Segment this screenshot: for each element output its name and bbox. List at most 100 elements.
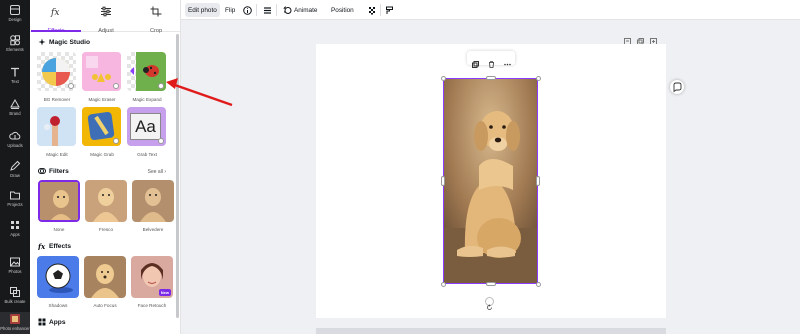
info-button[interactable] [240,3,255,17]
canva-assistant-button[interactable] [670,80,684,94]
dog-thumbnail-fresco [85,180,127,222]
apps-heading: Apps [38,318,65,326]
rail-item-elements[interactable]: Elements [0,32,30,62]
sparkle-icon [38,38,46,46]
menu-button[interactable] [260,3,275,17]
resize-handle-top[interactable] [486,76,496,80]
resize-handle-top-right[interactable] [536,76,541,81]
magic-edit-label: Magic Edit [46,152,68,157]
filter-none-label: None [53,227,65,232]
flip-button[interactable]: Flip [222,3,238,17]
magic-eraser-tile[interactable] [82,52,121,91]
duplicate-page-icon[interactable] [637,32,644,45]
resize-handle-bottom[interactable] [486,282,496,286]
tab-adjust-label: Adjust [98,28,114,34]
dog-thumbnail-belvedere [132,180,174,222]
magic-grab-badge [113,138,119,144]
effect-shadows-tile[interactable] [37,256,79,298]
rail-label-bulk-create: Bulk create [4,299,26,304]
transparency-icon [369,6,375,14]
rail-item-bulk-create[interactable]: Bulk create [0,284,30,314]
context-toolbar: Edit photo Flip Animate Position [181,0,800,20]
rotate-handle[interactable] [485,297,494,310]
rotate-icon [487,304,492,310]
photo-enhancer-icon [10,314,20,324]
svg-text:fx: fx [50,8,59,17]
rail-label-photo-enhancer: Photo enhancer [0,326,30,331]
rail-label-draw: Draw [10,173,20,178]
grab-text-sample: Aa [130,113,161,140]
magic-studio-title: Magic Studio [49,38,91,46]
animate-button[interactable]: Animate [280,3,320,17]
fx-icon: fx [38,242,46,250]
filters-see-all-link[interactable]: See all › [148,169,166,175]
edit-photo-panel: fx Effects Adjust Crop Magic Studio BG R… [30,0,181,334]
pencil-icon [10,160,21,171]
rail-label-brand: Brand [9,111,21,116]
bg-remover-tile[interactable] [37,52,76,91]
tab-crop[interactable]: Crop [131,0,181,34]
page-tools [624,32,657,45]
effect-auto-focus-tile[interactable] [84,256,126,298]
apps-grid-icon [38,318,46,326]
filter-fresco-tile[interactable] [85,180,127,222]
filters-icon [38,168,46,174]
toolbar-divider [380,4,381,16]
elements-icon [10,35,20,46]
style-button[interactable] [382,3,397,17]
resize-handle-top-left[interactable] [441,76,446,81]
rail-item-apps[interactable]: Apps [0,217,30,247]
rail-item-photos[interactable]: Photos [0,254,30,284]
grab-text-badge [158,138,164,144]
bg-remover-label: BG Remover [43,97,71,102]
filters-title: Filters [49,167,69,175]
resize-handle-bottom-left[interactable] [441,282,446,287]
filter-belvedere-label: Belvedere [142,227,164,232]
effects-heading: fx Effects [38,242,71,250]
tab-effects[interactable]: fx Effects [31,0,81,34]
rail-item-projects[interactable]: Projects [0,187,30,217]
edit-photo-button[interactable]: Edit photo [185,3,220,17]
filter-fresco-label: Fresco [98,227,114,232]
page-notes-icon[interactable] [624,32,631,45]
resize-handle-bottom-right[interactable] [536,282,541,287]
rail-item-draw[interactable]: Draw [0,158,30,188]
filters-see-all-label: See all [147,169,163,175]
apps-title: Apps [49,318,66,326]
rail-item-design[interactable]: Design [0,2,30,32]
rail-item-uploads[interactable]: Uploads [0,128,30,158]
rail-item-text[interactable]: Text [0,64,30,94]
rail-label-projects: Projects [7,202,23,207]
filter-belvedere-tile[interactable] [132,180,174,222]
more-options-icon[interactable] [503,55,511,65]
magic-grab-tile[interactable] [82,107,121,146]
position-button[interactable]: Position [328,3,357,17]
magic-eraser-label: Magic Eraser [88,97,116,102]
trash-icon[interactable] [488,55,495,68]
tab-effects-label: Effects [47,28,65,34]
resize-handle-left[interactable] [441,176,445,186]
rail-label-photos: Photos [8,269,22,274]
brand-icon [10,98,20,109]
add-page-icon[interactable] [650,32,657,45]
transparency-button[interactable] [365,3,380,17]
new-badge: New [158,289,171,296]
bulk-create-icon [10,287,20,297]
effect-shadows-label: Shadows [48,303,68,308]
info-icon [243,5,252,15]
rail-item-brand[interactable]: Brand [0,96,30,126]
magic-edit-tile[interactable] [37,107,76,146]
toolbar-divider [276,4,277,16]
grab-text-tile[interactable]: Aa [127,107,166,146]
position-label: Position [331,6,354,14]
resize-handle-right[interactable] [536,176,540,186]
filters-heading: Filters [38,167,69,175]
tab-adjust[interactable]: Adjust [81,0,131,34]
duplicate-icon[interactable] [471,55,479,68]
tab-crop-label: Crop [149,28,163,34]
effect-face-retouch-tile[interactable]: New [131,256,173,298]
filter-none-tile[interactable] [38,180,80,222]
flip-label: Flip [225,6,236,14]
rail-item-photo-enhancer[interactable]: Photo enhancer [0,312,30,334]
hamburger-icon [264,6,271,14]
